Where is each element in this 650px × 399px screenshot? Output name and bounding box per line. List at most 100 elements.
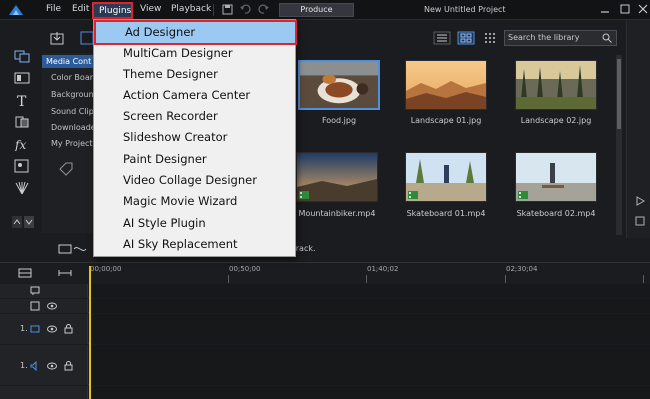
minimize-icon[interactable] <box>598 2 612 16</box>
lock-icon[interactable] <box>64 361 73 371</box>
media-label-mountainbiker: Mountainbiker.mp4 <box>298 209 376 218</box>
video-track-1-body[interactable] <box>89 314 650 344</box>
play-icon[interactable] <box>635 196 645 206</box>
track-manager-icon[interactable] <box>18 268 32 278</box>
particle-room-icon[interactable] <box>14 181 30 195</box>
media-room-icon[interactable] <box>14 49 30 63</box>
menu-item-screen-recorder[interactable]: Screen Recorder <box>95 106 295 127</box>
media-thumbnail-skateboard-02[interactable] <box>515 152 597 202</box>
menu-item-multicam-designer[interactable]: MultiCam Designer <box>95 43 295 64</box>
food-image <box>300 62 378 108</box>
pip-room-icon[interactable] <box>14 159 30 173</box>
thumbnail-view-icon[interactable] <box>457 31 475 45</box>
lock-icon[interactable] <box>64 324 73 334</box>
search-icon[interactable] <box>602 33 612 43</box>
landscape-01-image <box>406 61 486 109</box>
library-scrollbar[interactable] <box>616 55 622 235</box>
chapter-icon[interactable] <box>30 301 40 311</box>
maximize-icon[interactable] <box>618 2 632 16</box>
grid-size-icon[interactable] <box>481 31 499 45</box>
media-thumbnail-landscape-01[interactable] <box>405 60 487 110</box>
app-logo-icon <box>9 5 23 15</box>
menu-item-ai-sky-replacement[interactable]: AI Sky Replacement <box>95 234 295 255</box>
timeline-video-track-1: 1. <box>0 314 650 344</box>
next-track-body[interactable] <box>89 386 650 399</box>
svg-text:T: T <box>17 94 27 107</box>
ruler-tick <box>228 275 229 283</box>
skateboard-01-image <box>406 153 486 201</box>
video-clip-icon <box>408 191 418 199</box>
media-thumbnail-mountainbiker[interactable] <box>296 152 378 202</box>
menu-playback[interactable]: Playback <box>171 4 211 14</box>
collapse-down-icon[interactable] <box>24 215 34 229</box>
marker-icon[interactable] <box>30 286 40 296</box>
timeline-chapter-track <box>0 299 650 313</box>
audio-track-icon <box>30 361 37 371</box>
media-label-skateboard-01: Skateboard 01.mp4 <box>406 209 486 218</box>
skateboard-02-image <box>516 153 596 201</box>
library-nav: Media Cont Color Board Backgroun Sound C… <box>42 53 98 233</box>
marker-track-body[interactable] <box>89 284 650 298</box>
video-clip-icon <box>299 191 309 199</box>
media-thumbnail-landscape-02[interactable] <box>515 60 597 110</box>
menu-file[interactable]: File <box>46 4 61 14</box>
search-placeholder: Search the library <box>508 33 580 42</box>
menu-edit[interactable]: Edit <box>72 4 89 14</box>
menu-item-action-camera-center[interactable]: Action Camera Center <box>95 85 295 106</box>
stop-icon[interactable] <box>635 216 645 226</box>
track-number: 1. <box>20 324 28 333</box>
ruler-label: 01;40;02 <box>367 265 399 273</box>
media-thumbnail-food[interactable] <box>298 60 380 110</box>
effect-room-icon[interactable]: fx <box>14 137 30 151</box>
menu-view[interactable]: View <box>140 4 161 14</box>
title-room-icon[interactable]: T <box>14 93 30 107</box>
produce-button[interactable]: Produce <box>279 3 354 17</box>
project-title: New Untitled Project <box>424 5 506 14</box>
chapter-track-body[interactable] <box>89 299 650 313</box>
media-thumbnail-skateboard-01[interactable] <box>405 152 487 202</box>
ruler-label: 00;00;00 <box>90 265 122 273</box>
menu-item-ad-designer[interactable]: Ad Designer <box>94 20 297 45</box>
visibility-eye-icon[interactable] <box>47 325 57 333</box>
audio-track-1-body[interactable] <box>89 345 650 385</box>
transition-room-icon[interactable] <box>14 115 30 129</box>
menu-item-theme-designer[interactable]: Theme Designer <box>95 64 295 85</box>
media-filter-icon[interactable] <box>80 31 94 45</box>
menu-plugins-label: Plugins <box>99 6 132 16</box>
timeline-playhead[interactable] <box>89 266 91 399</box>
media-label-landscape-01: Landscape 01.jpg <box>410 116 482 125</box>
library-search-input[interactable]: Search the library <box>504 30 617 46</box>
fit-timeline-icon[interactable] <box>58 268 72 278</box>
collapse-up-icon[interactable] <box>12 215 22 229</box>
storyboard-toggle-icon[interactable] <box>58 243 88 255</box>
menu-separator <box>213 4 214 16</box>
timeline-ruler[interactable]: 00;00;00 00;50;00 01;40;02 02;30;04 <box>88 265 650 283</box>
menu-item-slideshow-creator[interactable]: Slideshow Creator <box>95 127 295 148</box>
add-tag-icon[interactable] <box>58 161 74 177</box>
video-track-icon <box>30 325 40 333</box>
visibility-eye-icon[interactable] <box>47 302 57 310</box>
undo-icon[interactable] <box>240 4 251 15</box>
marker-track-header <box>0 284 88 298</box>
fx-room-icon[interactable] <box>14 71 30 85</box>
next-track-header <box>0 386 88 399</box>
menu-item-ai-style-plugin[interactable]: AI Style Plugin <box>95 213 295 234</box>
close-icon[interactable] <box>636 2 650 16</box>
nav-media-content[interactable]: Media Cont <box>42 55 97 68</box>
timeline-audio-track-1: 1. <box>0 345 650 385</box>
redo-icon[interactable] <box>258 4 269 15</box>
timeline-marker-track <box>0 284 650 298</box>
save-icon[interactable] <box>222 4 233 15</box>
menu-plugins[interactable]: Plugins <box>92 2 133 19</box>
svg-text:fx: fx <box>14 138 26 151</box>
chapter-track-header <box>0 299 88 313</box>
library-scrollbar-thumb[interactable] <box>617 59 621 129</box>
import-media-icon[interactable] <box>50 31 64 45</box>
details-view-icon[interactable] <box>433 31 451 45</box>
media-label-skateboard-02: Skateboard 02.mp4 <box>516 209 596 218</box>
menu-item-paint-designer[interactable]: Paint Designer <box>95 149 295 170</box>
visibility-eye-icon[interactable] <box>47 362 57 370</box>
room-tool-strip: T fx <box>8 47 38 232</box>
menu-item-video-collage-designer[interactable]: Video Collage Designer <box>95 170 295 191</box>
menu-item-magic-movie-wizard[interactable]: Magic Movie Wizard <box>95 191 295 212</box>
